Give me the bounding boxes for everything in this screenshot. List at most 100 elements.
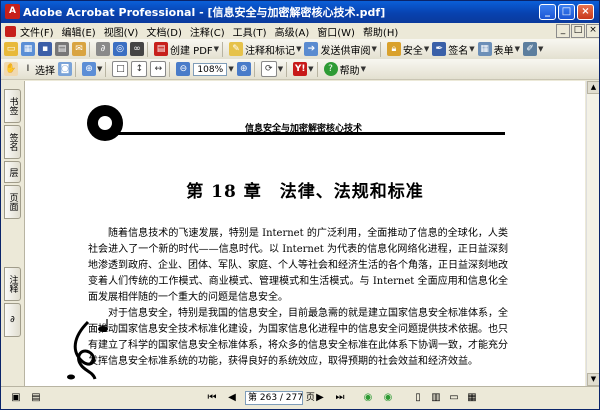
attach-button[interactable]: ∂	[96, 41, 110, 57]
next-view-button[interactable]: ◉	[381, 391, 395, 405]
send-review-label: 发送供审阅	[320, 45, 371, 57]
next-page-button[interactable]: ▶	[313, 391, 327, 405]
open-button[interactable]: ▭	[4, 41, 18, 57]
doc-close-button[interactable]: ×	[586, 24, 599, 38]
tab-bookmarks[interactable]: 书签	[4, 89, 21, 123]
attachments-icon: ∂	[10, 315, 15, 325]
scroll-down-arrow[interactable]: ▼	[587, 373, 599, 386]
tab-comments[interactable]: 注释	[4, 267, 21, 301]
menu-tools[interactable]: 工具(T)	[229, 24, 271, 39]
page-body: 随着信息技术的飞速发展，特别是 Internet 的广泛利用，全面推动了信息的全…	[88, 226, 508, 370]
zoom-tool[interactable]: ⊕ ▼	[82, 61, 102, 77]
status-bar: ▣ ▤ ⏮ ◀ 第 263 / 277 页 ▶ ⏭ ◉ ◉ ▯ ▥ ▭ ▦	[1, 386, 599, 409]
zoom-in-button[interactable]: ⊕	[236, 61, 251, 77]
text-cursor-icon: I	[26, 64, 30, 74]
menu-document[interactable]: 文档(D)	[142, 24, 186, 39]
header-ornament	[87, 105, 123, 141]
document-pane[interactable]: 信息安全与加密解密核心技术 第 18 章 法律、法规和标准 随着信息技术的飞速发…	[25, 81, 585, 386]
menu-edit[interactable]: 编辑(E)	[58, 24, 100, 39]
camera-icon: ◙	[58, 62, 72, 76]
sign-label: 签名	[448, 45, 469, 57]
continuous-facing-icon[interactable]: ▦	[465, 391, 479, 405]
create-pdf-button[interactable]: ▤ 创建 PDF ▼	[154, 41, 219, 57]
tab-layers-label: 层	[7, 167, 18, 177]
minimize-button[interactable]: _	[539, 4, 556, 20]
vertical-scrollbar[interactable]: ▲ ▼	[586, 81, 599, 386]
paragraph: 随着信息技术的飞速发展，特别是 Internet 的广泛利用，全面推动了信息的全…	[88, 228, 508, 303]
sign-button[interactable]: ✒ 签名 ▼	[432, 41, 475, 57]
save-button[interactable]: ▪	[38, 41, 52, 57]
rotate-button[interactable]: ⟳ ▼	[260, 61, 283, 77]
nav-panel-toggle-icon[interactable]: ▣	[9, 391, 23, 405]
menu-file[interactable]: 文件(F)	[16, 24, 58, 39]
help-button[interactable]: ? 帮助 ▼	[323, 61, 366, 77]
tab-signatures[interactable]: 签名	[4, 125, 21, 159]
single-page-icon[interactable]: ▯	[411, 391, 425, 405]
previous-page-button[interactable]: ◀	[225, 391, 239, 405]
menu-window[interactable]: 窗口(W)	[313, 24, 359, 39]
actual-size-button[interactable]: □	[112, 61, 129, 77]
menu-advanced[interactable]: 高级(A)	[271, 24, 314, 39]
send-review-button[interactable]: ➔ 发送供审阅 ▼	[304, 41, 377, 57]
select-tool[interactable]: I 选择	[21, 61, 55, 77]
doc-restore-button[interactable]: □	[571, 24, 585, 38]
zoom-out-icon: ⊖	[176, 62, 191, 76]
security-button[interactable]: 🔒︎ 安全 ▼	[386, 41, 429, 57]
fit-page-icon: ↕	[131, 61, 148, 77]
zoom-out-button[interactable]: ⊖	[176, 61, 191, 77]
tab-layers[interactable]: 层	[4, 161, 21, 183]
forms-icon: ▦	[477, 42, 492, 56]
close-button[interactable]: ×	[577, 4, 594, 20]
title-bar: A Adobe Acrobat Professional - [信息安全与加密解…	[1, 1, 599, 23]
menu-comments[interactable]: 注释(C)	[186, 24, 229, 39]
binoculars-icon: ∞	[130, 42, 144, 56]
print-button[interactable]: ▤	[55, 41, 69, 57]
acrobat-logo-icon: A	[5, 4, 20, 19]
zoom-value[interactable]: 108%	[193, 62, 228, 76]
security-label: 安全	[402, 45, 423, 57]
actual-size-icon: □	[112, 61, 129, 77]
forms-button[interactable]: ▦ 表单 ▼	[477, 41, 520, 57]
menu-view[interactable]: 视图(V)	[100, 24, 143, 39]
email-icon: ✉	[72, 42, 86, 56]
doc-minimize-button[interactable]: _	[556, 24, 570, 38]
tab-pages[interactable]: 页面	[4, 185, 21, 219]
edit-tools-button[interactable]: ✐ ▼	[523, 41, 543, 57]
tab-pages-label: 页面	[7, 193, 18, 211]
snapshot-tool[interactable]: ◙	[58, 61, 72, 77]
fit-page-button[interactable]: ↕	[131, 61, 148, 77]
previous-view-button[interactable]: ◉	[361, 391, 375, 405]
zoom-in-icon: ⊕	[82, 62, 96, 76]
search-icon: ◎	[113, 42, 127, 56]
comment-markup-button[interactable]: ✎ 注释和标记 ▼	[229, 41, 301, 57]
last-page-button[interactable]: ⏭	[333, 391, 347, 405]
page-layout-icon[interactable]: ▤	[29, 391, 43, 405]
create-pdf-label: 创建 PDF	[170, 45, 213, 57]
maximize-button[interactable]: □	[558, 4, 575, 20]
fit-width-button[interactable]: ↔	[150, 61, 167, 77]
secondary-toolbar: ✋ I 选择 ◙ ⊕ ▼ □ ↕ ↔ ⊖ 108% ▼ ⊕ ⟳ ▼ Y! ▼ ? 帮助 ▼	[1, 59, 599, 80]
yahoo-icon: Y!	[293, 62, 308, 76]
zoom-level-field[interactable]: 108% ▼	[193, 61, 234, 77]
lock-icon: 🔒︎	[386, 42, 401, 56]
continuous-icon[interactable]: ▥	[429, 391, 443, 405]
save-icon: ▪	[38, 42, 52, 56]
music-note-decoration	[67, 319, 108, 380]
scroll-up-arrow[interactable]: ▲	[587, 81, 599, 94]
facing-icon[interactable]: ▭	[447, 391, 461, 405]
help-icon: ?	[323, 62, 338, 76]
menu-help[interactable]: 帮助(H)	[359, 24, 402, 39]
main-toolbar: ▭ ▦ ▪ ▤ ✉ ∂ ◎ ∞ ▤ 创建 PDF ▼ ✎ 注释和标记 ▼ ➔ 发送供审阅 ▼…	[1, 39, 599, 60]
hand-tool[interactable]: ✋	[4, 61, 18, 77]
page-number-field[interactable]: 第 263 / 277 页	[245, 391, 315, 405]
tab-signatures-label: 签名	[7, 133, 18, 151]
find-button[interactable]: ∞	[130, 41, 144, 57]
window-title: Adobe Acrobat Professional - [信息安全与加密解密核…	[23, 6, 386, 19]
yahoo-button[interactable]: Y! ▼	[293, 61, 314, 77]
email-button[interactable]: ✉	[72, 41, 86, 57]
search-button[interactable]: ◎	[113, 41, 127, 57]
tab-attachments[interactable]: ∂	[4, 303, 21, 337]
organizer-button[interactable]: ▦	[21, 41, 35, 57]
first-page-button[interactable]: ⏮	[205, 391, 219, 405]
acrobat-window: A Adobe Acrobat Professional - [信息安全与加密解…	[0, 0, 600, 410]
